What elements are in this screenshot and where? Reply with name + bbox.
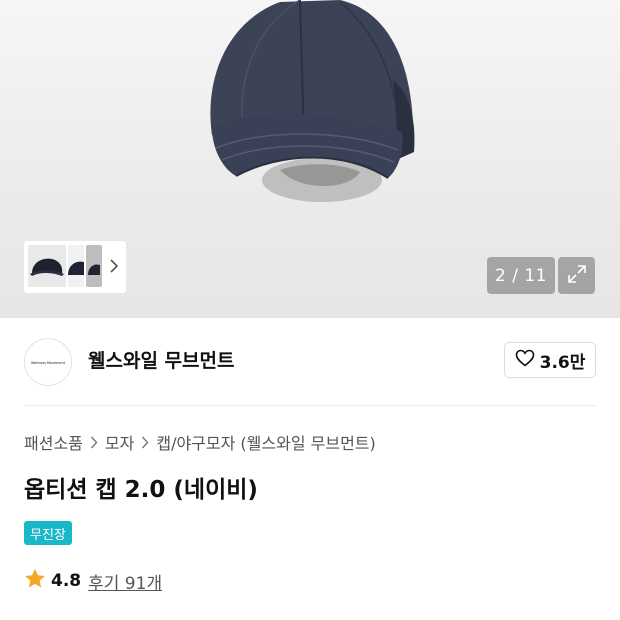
rating-row: 4.8 후기 91개	[24, 568, 162, 594]
expand-image-button[interactable]	[558, 257, 595, 294]
breadcrumb: 패션소품 모자 캡/야구모자 (웰스와일 무브먼트)	[24, 430, 376, 454]
brand-logo[interactable]: Wellness Movement	[24, 338, 72, 386]
breadcrumb-item-fashion-accessories[interactable]: 패션소품	[24, 430, 83, 454]
expand-arrows-icon	[567, 264, 587, 288]
product-title: 옵티션 캡 2.0 (네이비)	[24, 477, 258, 503]
breadcrumb-item-caps[interactable]: 캡/야구모자 (웰스와일 무브먼트)	[156, 430, 375, 454]
image-counter: 2 / 11	[487, 257, 555, 294]
chevron-right-icon	[141, 436, 149, 449]
like-count: 3.6만	[539, 352, 586, 373]
thumbnail-next-button[interactable]	[106, 254, 122, 280]
heart-outline-icon	[515, 349, 535, 372]
brand-logo-wordmark: Wellness Movement	[31, 361, 66, 365]
chevron-right-icon	[109, 258, 119, 277]
divider	[24, 405, 596, 406]
chevron-right-icon	[90, 436, 98, 449]
brand-row: Wellness Movement 웰스와일 무브먼트 3.6만	[24, 336, 596, 388]
brand-name[interactable]: 웰스와일 무브먼트	[88, 349, 234, 373]
svg-text:Wellness Movement: Wellness Movement	[31, 361, 66, 365]
thumbnail-3[interactable]	[86, 245, 102, 287]
reviews-link[interactable]: 후기 91개	[88, 569, 162, 594]
thumbnail-1[interactable]	[28, 245, 66, 287]
thumbnail-2[interactable]	[68, 245, 84, 287]
product-image-area[interactable]: 2 / 11	[0, 0, 620, 318]
rating-value: 4.8	[51, 571, 82, 591]
thumbnail-strip	[24, 241, 126, 293]
star-icon	[24, 568, 46, 594]
shipping-badge: 무진장	[24, 521, 72, 545]
breadcrumb-item-hats[interactable]: 모자	[105, 430, 134, 454]
like-button[interactable]: 3.6만	[504, 342, 596, 378]
